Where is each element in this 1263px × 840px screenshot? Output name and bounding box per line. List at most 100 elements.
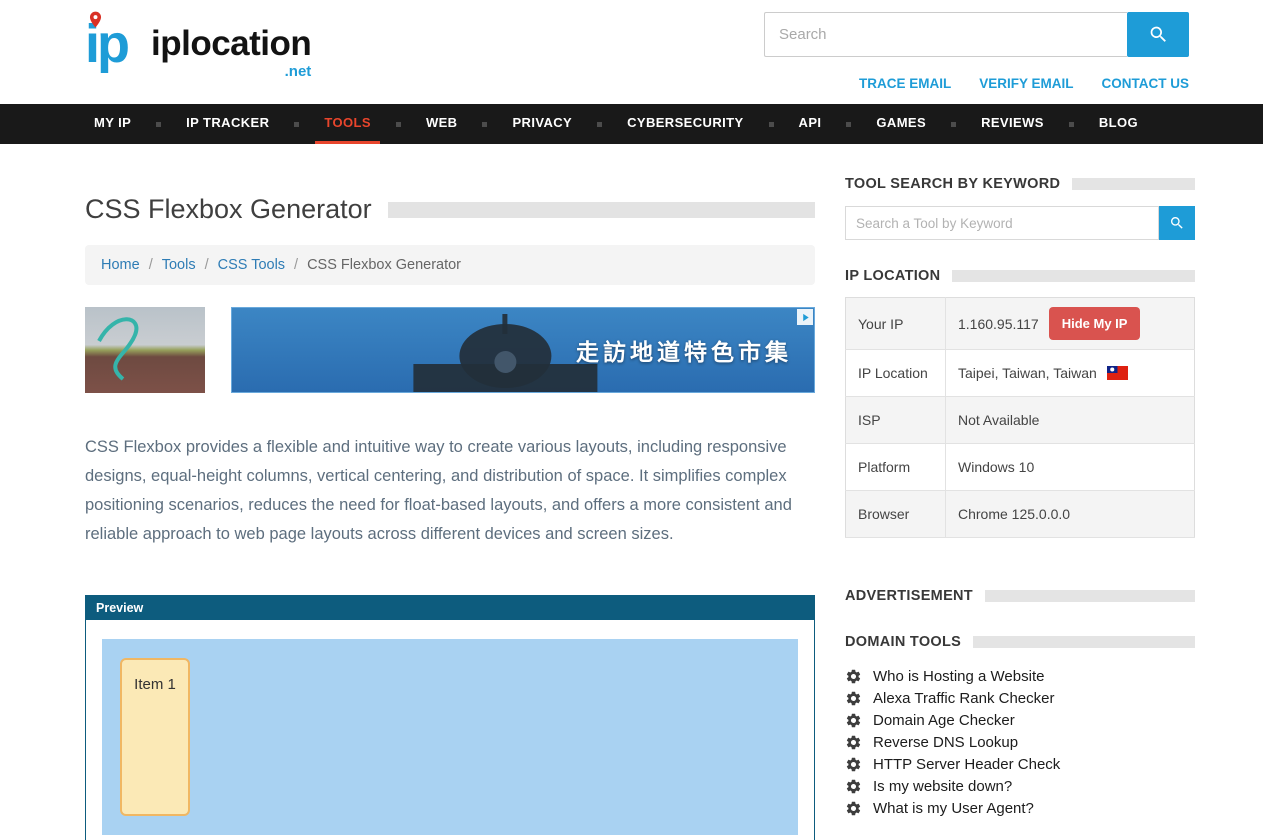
- tool-search-box: [845, 206, 1195, 240]
- advertisement-title: ADVERTISEMENT: [845, 588, 973, 604]
- nav-item-reviews: REVIEWS: [935, 104, 1053, 144]
- nav-link-my-ip[interactable]: MY IP: [85, 104, 140, 144]
- nav-link-tools[interactable]: TOOLS: [315, 104, 380, 144]
- gear-icon: [845, 668, 862, 685]
- breadcrumb-tools-link[interactable]: Tools: [162, 257, 196, 273]
- row-label: IP Location: [846, 350, 946, 397]
- ip-location-title: IP LOCATION: [845, 268, 940, 284]
- preview-panel-body: Item 1: [86, 620, 814, 840]
- page-title: CSS Flexbox Generator: [85, 194, 372, 225]
- domain-tool-http-header[interactable]: HTTP Server Header Check: [845, 753, 1195, 775]
- gear-icon: [845, 800, 862, 817]
- ip-location-value: Taipei, Taiwan, Taiwan: [958, 365, 1097, 381]
- flexbox-preview-item[interactable]: Item 1: [120, 658, 190, 816]
- main-column: CSS Flexbox Generator Home / Tools / CSS…: [85, 144, 815, 840]
- heading-decorative-bar: [1072, 178, 1195, 190]
- ad-main-panel: 走訪地道特色市集: [231, 307, 815, 393]
- trace-email-link[interactable]: TRACE EMAIL: [859, 76, 951, 91]
- row-label: ISP: [846, 397, 946, 444]
- advertisement-heading: ADVERTISEMENT: [845, 588, 1195, 604]
- tool-search-title: TOOL SEARCH BY KEYWORD: [845, 176, 1060, 192]
- nav-link-api[interactable]: API: [790, 104, 831, 144]
- nav-item-privacy: PRIVACY: [466, 104, 581, 144]
- heading-decorative-bar: [973, 636, 1195, 648]
- table-row-ip-location: IP Location Taipei, Taiwan, Taiwan: [846, 350, 1195, 397]
- flexbox-preview-container: Item 1: [102, 639, 798, 835]
- your-ip-value: 1.160.95.117: [958, 316, 1039, 332]
- main-nav: MY IP IP TRACKER TOOLS WEB PRIVACY CYBER…: [0, 104, 1263, 144]
- domain-tool-hosting[interactable]: Who is Hosting a Website: [845, 665, 1195, 687]
- site-search-button[interactable]: [1127, 12, 1189, 57]
- domain-tool-label: Domain Age Checker: [873, 712, 1015, 729]
- domain-tool-user-agent[interactable]: What is my User Agent?: [845, 797, 1195, 819]
- breadcrumb-current: CSS Flexbox Generator: [307, 257, 461, 273]
- hide-my-ip-button[interactable]: Hide My IP: [1049, 307, 1141, 340]
- domain-tool-label: Is my website down?: [873, 778, 1012, 795]
- ad-banner[interactable]: 走訪地道特色市集: [85, 307, 815, 395]
- gear-icon: [845, 690, 862, 707]
- domain-tools-heading: DOMAIN TOOLS: [845, 634, 1195, 650]
- preview-panel: Preview Item 1: [85, 595, 815, 840]
- gear-icon: [845, 778, 862, 795]
- domain-tools-title: DOMAIN TOOLS: [845, 634, 961, 650]
- search-icon: [1148, 24, 1169, 45]
- tool-search-heading: TOOL SEARCH BY KEYWORD: [845, 176, 1195, 192]
- table-row-browser: Browser Chrome 125.0.0.0: [846, 491, 1195, 538]
- header-links: TRACE EMAIL VERIFY EMAIL CONTACT US: [859, 76, 1189, 91]
- tool-description: CSS Flexbox provides a flexible and intu…: [85, 433, 815, 549]
- site-search-input[interactable]: [764, 12, 1127, 57]
- breadcrumb-separator: /: [294, 257, 298, 273]
- nav-link-cybersecurity[interactable]: CYBERSECURITY: [618, 104, 752, 144]
- breadcrumb: Home / Tools / CSS Tools / CSS Flexbox G…: [85, 245, 815, 285]
- nav-item-blog: BLOG: [1053, 104, 1147, 144]
- nav-item-my-ip: MY IP: [85, 104, 140, 144]
- gear-icon: [845, 734, 862, 751]
- verify-email-link[interactable]: VERIFY EMAIL: [979, 76, 1073, 91]
- nav-link-web[interactable]: WEB: [417, 104, 467, 144]
- logo-tld: .net: [285, 63, 312, 80]
- ad-headline: 走訪地道特色市集: [576, 333, 792, 367]
- isp-value: Not Available: [946, 397, 1195, 444]
- nav-link-blog[interactable]: BLOG: [1090, 104, 1147, 144]
- nav-link-reviews[interactable]: REVIEWS: [972, 104, 1053, 144]
- tool-search-button[interactable]: [1159, 206, 1195, 240]
- location-pin-icon: [86, 10, 105, 29]
- domain-tool-alexa-rank[interactable]: Alexa Traffic Rank Checker: [845, 687, 1195, 709]
- domain-tools-list: Who is Hosting a Website Alexa Traffic R…: [845, 665, 1195, 819]
- nav-item-ip-tracker: IP TRACKER: [140, 104, 278, 144]
- domain-tool-label: What is my User Agent?: [873, 800, 1034, 817]
- domain-tool-label: Who is Hosting a Website: [873, 668, 1044, 685]
- domain-tool-reverse-dns[interactable]: Reverse DNS Lookup: [845, 731, 1195, 753]
- site-header: ip iplocation .net TRACE EMAIL VERIFY EM…: [0, 0, 1263, 104]
- ip-location-table: Your IP 1.160.95.117 Hide My IP IP Locat…: [845, 297, 1195, 538]
- tool-search-input[interactable]: [845, 206, 1159, 240]
- header-search: [764, 12, 1189, 57]
- domain-tool-label: HTTP Server Header Check: [873, 756, 1060, 773]
- contact-us-link[interactable]: CONTACT US: [1102, 76, 1190, 91]
- domain-tool-website-down[interactable]: Is my website down?: [845, 775, 1195, 797]
- title-decorative-bar: [388, 202, 815, 218]
- gear-icon: [845, 756, 862, 773]
- taiwan-flag-icon: [1107, 366, 1128, 380]
- browser-value: Chrome 125.0.0.0: [946, 491, 1195, 538]
- domain-tool-label: Alexa Traffic Rank Checker: [873, 690, 1054, 707]
- nav-link-privacy[interactable]: PRIVACY: [503, 104, 581, 144]
- row-label: Your IP: [846, 298, 946, 350]
- domain-tool-domain-age[interactable]: Domain Age Checker: [845, 709, 1195, 731]
- ip-location-heading: IP LOCATION: [845, 268, 1195, 284]
- nav-item-web: WEB: [380, 104, 467, 144]
- nav-item-tools: TOOLS: [278, 104, 380, 144]
- gear-icon: [845, 712, 862, 729]
- breadcrumb-css-tools-link[interactable]: CSS Tools: [218, 257, 285, 273]
- nav-link-ip-tracker[interactable]: IP TRACKER: [177, 104, 278, 144]
- site-logo[interactable]: ip iplocation .net: [85, 10, 311, 80]
- nav-link-games[interactable]: GAMES: [867, 104, 935, 144]
- nav-item-api: API: [753, 104, 831, 144]
- adchoices-icon[interactable]: [797, 309, 813, 325]
- breadcrumb-separator: /: [149, 257, 153, 273]
- nav-item-games: GAMES: [830, 104, 935, 144]
- table-row-your-ip: Your IP 1.160.95.117 Hide My IP: [846, 298, 1195, 350]
- ad-photo-panel: [85, 307, 205, 393]
- breadcrumb-separator: /: [205, 257, 209, 273]
- breadcrumb-home-link[interactable]: Home: [101, 257, 140, 273]
